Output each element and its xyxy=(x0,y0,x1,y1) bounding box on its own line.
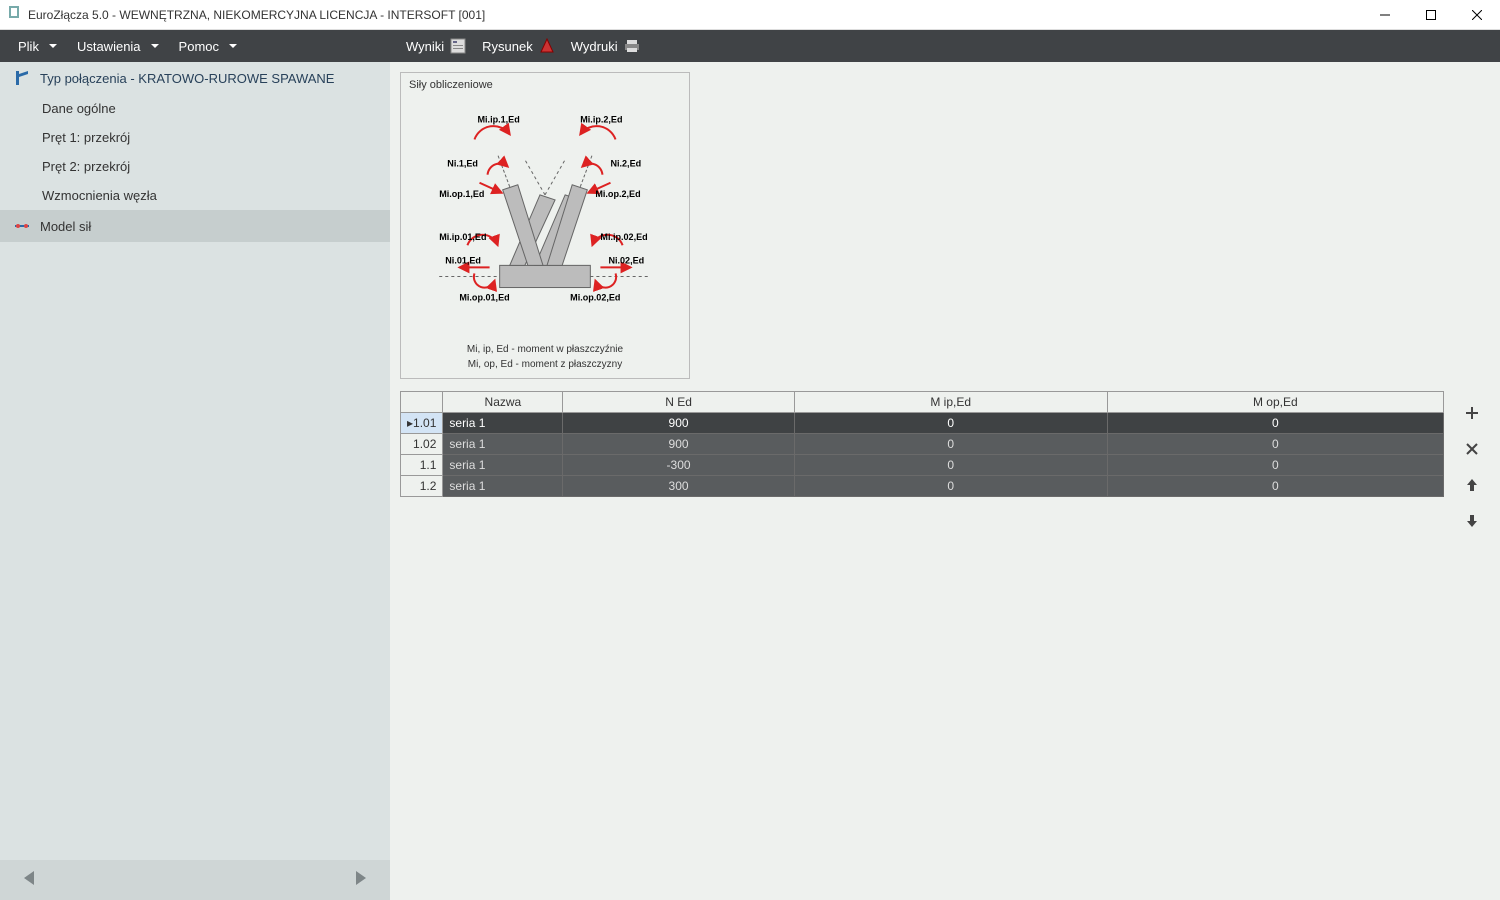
cell-n[interactable]: 900 xyxy=(563,413,794,434)
lbl-mi-ip-2: Mi.ip.2,Ed xyxy=(580,114,622,124)
cell-mop[interactable]: 0 xyxy=(1107,476,1443,497)
lbl-ni-02: Ni.02,Ed xyxy=(608,255,644,265)
table-row[interactable]: 1.2seria 130000 xyxy=(401,476,1444,497)
cell-mip[interactable]: 0 xyxy=(794,455,1107,476)
nav-active-label: Model sił xyxy=(40,219,91,234)
menu-help[interactable]: Pomoc xyxy=(169,33,247,60)
row-id: 1.2 xyxy=(401,476,443,497)
drawing-icon xyxy=(539,38,555,54)
cell-mip[interactable]: 0 xyxy=(794,434,1107,455)
app-icon xyxy=(6,4,22,25)
toolbar-drawing[interactable]: Rysunek xyxy=(474,32,563,60)
move-down-button[interactable] xyxy=(1462,511,1482,531)
lbl-mi-ip-01: Mi.ip.01,Ed xyxy=(439,232,486,242)
menu-file[interactable]: Plik xyxy=(8,33,67,60)
row-id: 1.1 xyxy=(401,455,443,476)
table-row[interactable]: ▸1.01seria 190000 xyxy=(401,413,1444,434)
cell-name[interactable]: seria 1 xyxy=(443,413,563,434)
print-icon xyxy=(624,38,640,54)
cell-mop[interactable]: 0 xyxy=(1107,455,1443,476)
force-model-icon xyxy=(14,218,30,234)
diagram-title: Siły obliczeniowe xyxy=(409,79,681,91)
toolbar-results[interactable]: Wyniki xyxy=(398,32,474,60)
sidebar: Plik Ustawienia Pomoc Typ połączenia - K… xyxy=(0,30,390,900)
nav-item-bar1[interactable]: Pręt 1: przekrój xyxy=(0,123,390,152)
cell-n[interactable]: 900 xyxy=(563,434,794,455)
diagram-box: Siły obliczeniowe xyxy=(400,72,690,379)
col-name[interactable]: Nazwa xyxy=(443,392,563,413)
cell-mip[interactable]: 0 xyxy=(794,413,1107,434)
lbl-mi-op-1: Mi.op.1,Ed xyxy=(439,189,484,199)
add-row-button[interactable] xyxy=(1462,403,1482,423)
col-m-ip[interactable]: M ip,Ed xyxy=(794,392,1107,413)
table-row[interactable]: 1.02seria 190000 xyxy=(401,434,1444,455)
row-id: ▸1.01 xyxy=(401,413,443,434)
lbl-mi-ip-1: Mi.ip.1,Ed xyxy=(478,114,520,124)
table-side-controls xyxy=(1454,391,1490,531)
lbl-ni-1: Ni.1,Ed xyxy=(447,159,478,169)
force-diagram: Mi.ip.1,Ed Mi.ip.2,Ed Ni.1,Ed Ni.2,Ed Mi… xyxy=(409,95,681,335)
lbl-ni-2: Ni.2,Ed xyxy=(610,159,641,169)
window-controls xyxy=(1362,0,1500,30)
lbl-ni-01: Ni.01,Ed xyxy=(445,255,481,265)
nav-item-general[interactable]: Dane ogólne xyxy=(0,94,390,123)
cell-mop[interactable]: 0 xyxy=(1107,413,1443,434)
next-button[interactable] xyxy=(350,867,372,894)
minimize-button[interactable] xyxy=(1362,0,1408,30)
cell-n[interactable]: 300 xyxy=(563,476,794,497)
cell-name[interactable]: seria 1 xyxy=(443,434,563,455)
chevron-down-icon xyxy=(49,44,57,48)
forces-table[interactable]: Nazwa N Ed M ip,Ed M op,Ed ▸1.01seria 19… xyxy=(400,391,1444,497)
nav-item-reinforcement[interactable]: Wzmocnienia węzła xyxy=(0,181,390,210)
cell-name[interactable]: seria 1 xyxy=(443,455,563,476)
col-rowhead xyxy=(401,392,443,413)
connection-type-icon xyxy=(14,70,30,86)
nav-footer xyxy=(0,860,390,900)
lbl-mi-ip-02: Mi.ip.02,Ed xyxy=(600,232,647,242)
main-panel: Wyniki Rysunek Wydruki Siły obliczeniowe xyxy=(390,30,1500,900)
menubar: Plik Ustawienia Pomoc xyxy=(0,30,390,62)
window-title: EuroZłącza 5.0 - WEWNĘTRZNA, NIEKOMERCYJ… xyxy=(28,8,1362,22)
cell-mip[interactable]: 0 xyxy=(794,476,1107,497)
results-icon xyxy=(450,38,466,54)
toolbar: Wyniki Rysunek Wydruki xyxy=(390,30,1500,62)
nav-item-bar2[interactable]: Pręt 2: przekrój xyxy=(0,152,390,181)
col-n-ed[interactable]: N Ed xyxy=(563,392,794,413)
col-m-op[interactable]: M op,Ed xyxy=(1107,392,1443,413)
chevron-down-icon xyxy=(151,44,159,48)
toolbar-printouts[interactable]: Wydruki xyxy=(563,32,648,60)
close-button[interactable] xyxy=(1454,0,1500,30)
maximize-button[interactable] xyxy=(1408,0,1454,30)
diagram-caption-2: Mi, op, Ed - moment z płaszczyzny xyxy=(409,359,681,370)
nav-header-label: Typ połączenia - KRATOWO-RUROWE SPAWANE xyxy=(40,71,334,86)
menu-settings[interactable]: Ustawienia xyxy=(67,33,169,60)
table-row[interactable]: 1.1seria 1-30000 xyxy=(401,455,1444,476)
prev-button[interactable] xyxy=(18,867,40,894)
delete-row-button[interactable] xyxy=(1462,439,1482,459)
cell-n[interactable]: -300 xyxy=(563,455,794,476)
nav-header[interactable]: Typ połączenia - KRATOWO-RUROWE SPAWANE xyxy=(0,62,390,94)
nav-list: Typ połączenia - KRATOWO-RUROWE SPAWANE … xyxy=(0,62,390,860)
titlebar: EuroZłącza 5.0 - WEWNĘTRZNA, NIEKOMERCYJ… xyxy=(0,0,1500,30)
lbl-mi-op-02: Mi.op.02,Ed xyxy=(570,293,620,303)
lbl-mi-op-01: Mi.op.01,Ed xyxy=(459,293,509,303)
lbl-mi-op-2: Mi.op.2,Ed xyxy=(595,189,640,199)
row-id: 1.02 xyxy=(401,434,443,455)
diagram-caption-1: Mi, ip, Ed - moment w płaszczyźnie xyxy=(409,344,681,355)
cell-mop[interactable]: 0 xyxy=(1107,434,1443,455)
nav-item-force-model[interactable]: Model sił xyxy=(0,210,390,242)
move-up-button[interactable] xyxy=(1462,475,1482,495)
cell-name[interactable]: seria 1 xyxy=(443,476,563,497)
chevron-down-icon xyxy=(229,44,237,48)
